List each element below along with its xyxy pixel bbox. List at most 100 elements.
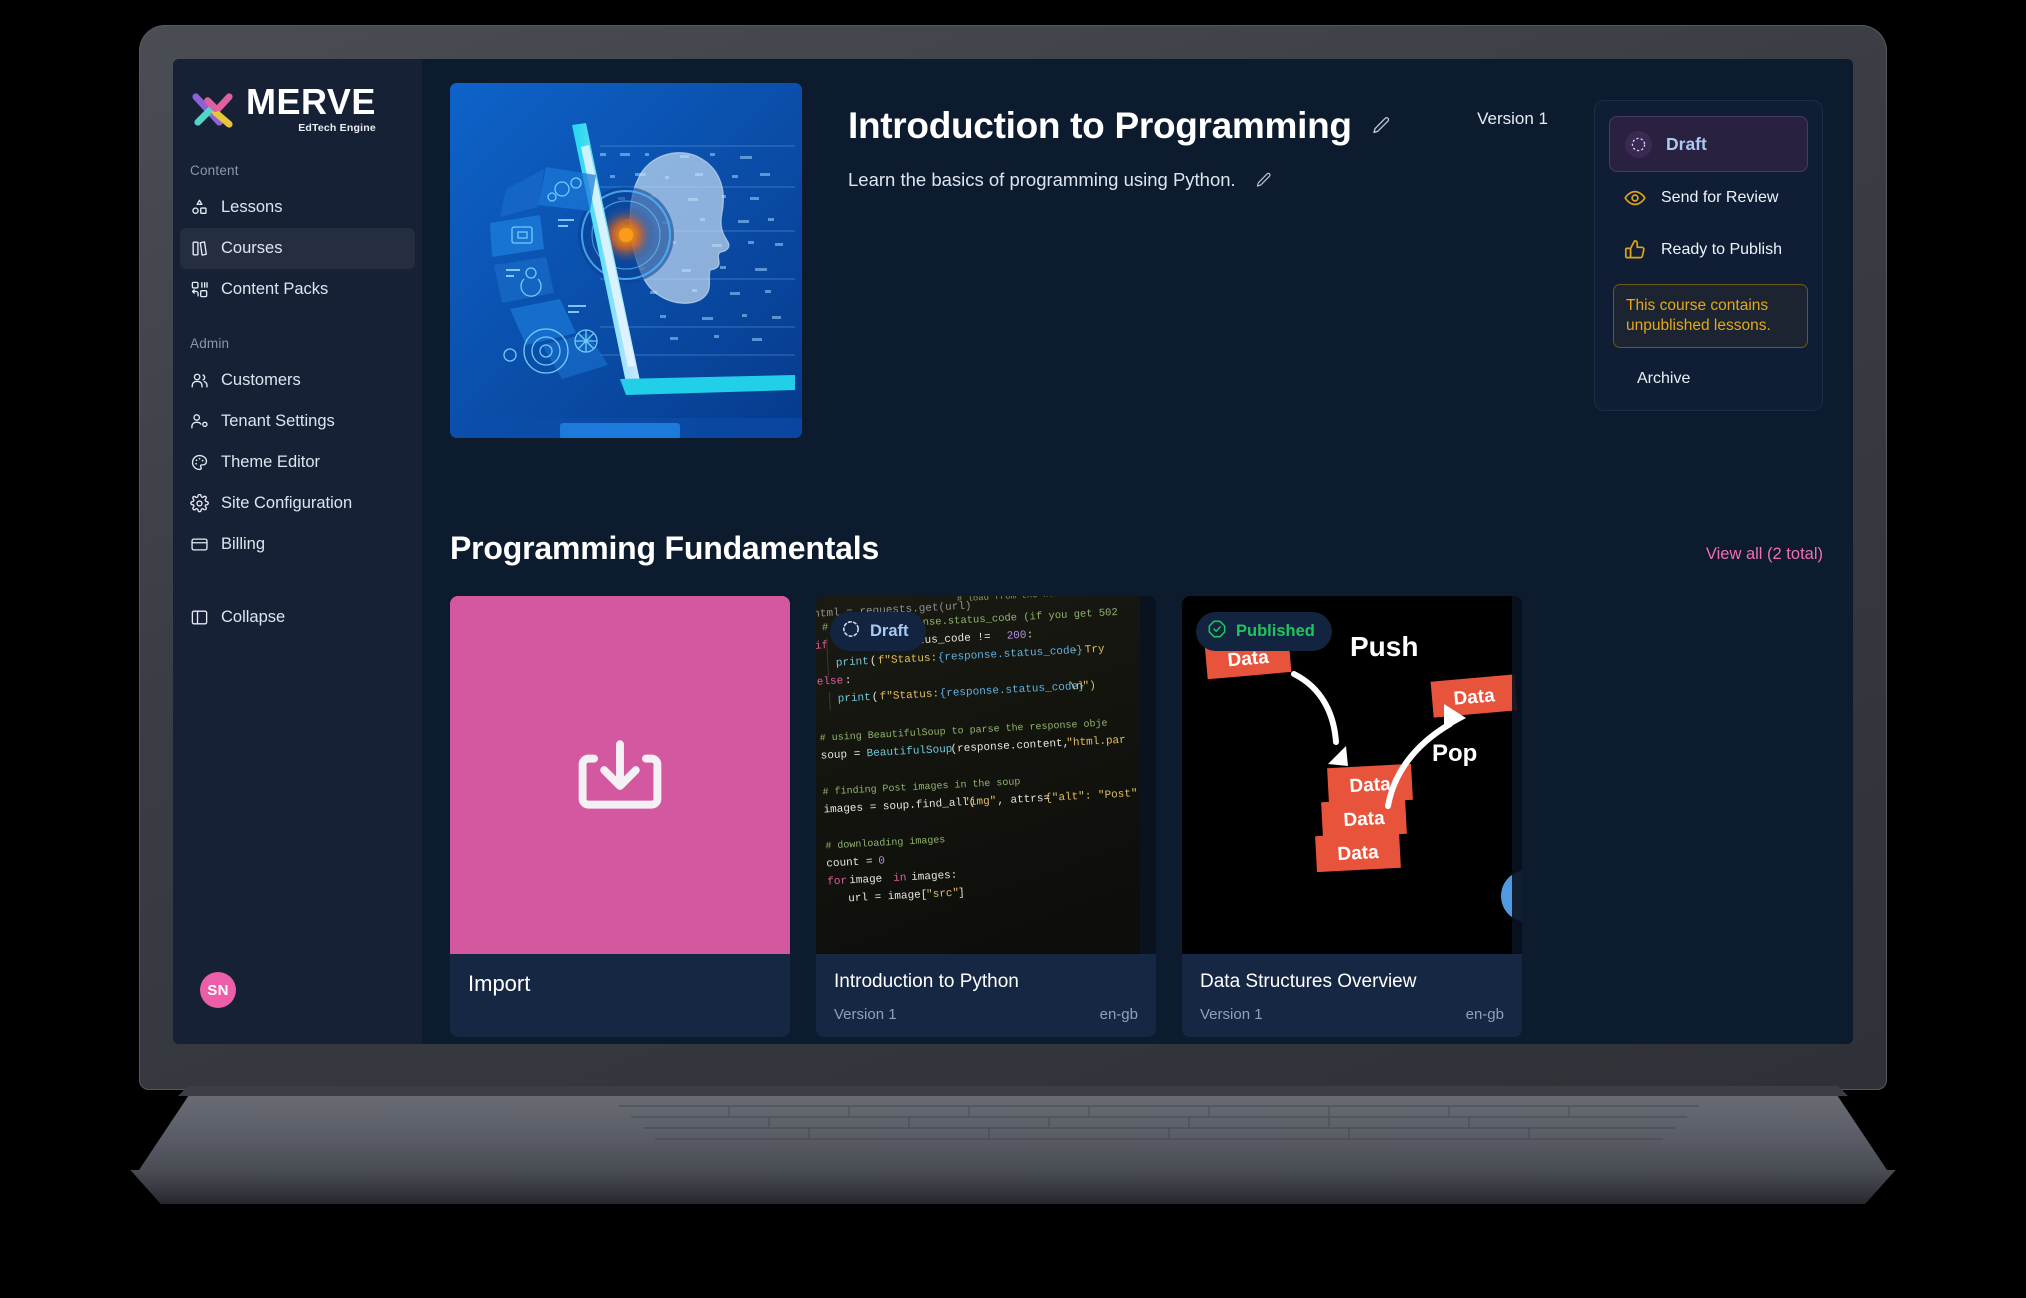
sidebar-item-label: Customers (221, 371, 301, 389)
sidebar-item-content-packs[interactable]: Content Packs (180, 269, 415, 310)
svg-text:200: 200 (1006, 630, 1026, 643)
svg-text:0: 0 (878, 855, 885, 867)
send-for-review-button[interactable]: Send for Review (1609, 172, 1808, 224)
sidebar-item-customers[interactable]: Customers (180, 360, 415, 401)
lesson-card-media: html = requests.get(url) # load from the… (816, 596, 1156, 954)
avatar-initials: SN (207, 981, 229, 999)
import-card-body: Import (450, 954, 790, 1011)
dashed-circle-icon (841, 619, 861, 644)
svg-text:\n"): \n") (1069, 680, 1096, 693)
sidebar-item-label: Tenant Settings (221, 412, 335, 430)
sidebar-item-site-configuration[interactable]: Site Configuration (180, 483, 415, 524)
status-badge-label: Published (1236, 622, 1315, 640)
card-locale: en-gb (1465, 1006, 1504, 1023)
svg-text:(: ( (871, 692, 878, 704)
nav-group-label-content: Content (190, 163, 239, 178)
svg-text:else: else (817, 675, 844, 688)
status-badge-label: Draft (1666, 133, 1707, 154)
card-locale: en-gb (1099, 1006, 1138, 1023)
ready-to-publish-button[interactable]: Ready to Publish (1609, 224, 1808, 276)
card-title: Introduction to Python (834, 971, 1019, 992)
card-title: Import (468, 971, 531, 996)
brand-name: MERVE (246, 81, 376, 123)
nav-group-label-admin: Admin (190, 336, 230, 351)
dashed-circle-icon (1625, 130, 1652, 158)
laptop-lid: MERVE EdTech Engine Content Lessons Cour… (139, 25, 1887, 1090)
edit-description-pencil-icon[interactable] (1254, 171, 1273, 190)
sidebar-collapse-label: Collapse (221, 608, 286, 626)
customers-icon (190, 371, 209, 390)
status-badge-label: Draft (870, 622, 909, 640)
svg-text:(: ( (870, 656, 877, 668)
archive-label: Archive (1637, 369, 1691, 387)
send-for-review-label: Send for Review (1661, 189, 1779, 206)
sidebar: MERVE EdTech Engine Content Lessons Cour… (173, 59, 422, 1044)
svg-text:Data: Data (1453, 685, 1496, 710)
lessons-icon (190, 198, 209, 217)
status-badge[interactable]: Draft (1609, 116, 1808, 172)
svg-text:in: in (893, 872, 907, 885)
card-version: Version 1 (1200, 1006, 1263, 1023)
svg-text:Data: Data (1343, 808, 1386, 831)
avatar[interactable]: SN (200, 972, 236, 1008)
lessons-section-header: Programming Fundamentals View all (2 tot… (422, 530, 1853, 567)
svg-text:image: image (849, 874, 883, 888)
theme-editor-icon (190, 453, 209, 472)
lesson-card-data-structures-overview[interactable]: Push Pop Data Data Data Data Data Publis… (1182, 596, 1522, 1037)
section-title: Programming Fundamentals (450, 530, 880, 566)
thumbs-up-icon (1623, 238, 1647, 262)
ready-to-publish-label: Ready to Publish (1661, 241, 1782, 258)
screenshot-stage: MERVE EdTech Engine Content Lessons Cour… (0, 0, 2026, 1298)
sidebar-item-label: Courses (221, 239, 283, 257)
status-badge: Draft (830, 612, 926, 651)
brand-tagline: EdTech Engine (298, 122, 376, 135)
sidebar-item-label: Billing (221, 535, 266, 553)
sidebar-collapse-button[interactable]: Collapse (180, 597, 415, 638)
sidebar-item-billing[interactable]: Billing (180, 524, 415, 565)
sidebar-item-tenant-settings[interactable]: Tenant Settings (180, 401, 415, 442)
page-title: Introduction to Programming (848, 105, 1352, 146)
sidebar-item-label: Theme Editor (221, 453, 321, 471)
site-configuration-icon (190, 494, 209, 513)
laptop-trackpad (1949, 1124, 2026, 1164)
svg-text:count =: count = (826, 856, 873, 870)
sidebar-item-label: Content Packs (221, 280, 329, 298)
view-all-link[interactable]: View all (2 total) (1706, 545, 1823, 564)
sidebar-item-label: Lessons (221, 198, 283, 216)
content-packs-icon (190, 280, 209, 299)
import-card-media (450, 596, 790, 954)
svg-text:Pop: Pop (1432, 740, 1477, 767)
status-panel: Draft Send for Review Ready to Publish T… (1594, 100, 1823, 411)
course-thumbnail[interactable] (450, 83, 802, 438)
download-tray-icon (574, 727, 666, 824)
merve-x-logo-icon (190, 87, 237, 132)
course-description: Learn the basics of programming using Py… (848, 169, 1236, 190)
status-badge: Published (1196, 612, 1332, 651)
svg-text:for: for (827, 875, 847, 888)
card-title: Data Structures Overview (1200, 971, 1417, 992)
card-version: Version 1 (834, 1006, 897, 1023)
svg-text:soup =: soup = (820, 749, 860, 763)
svg-text::: : (1026, 629, 1033, 641)
svg-text:Push: Push (1350, 631, 1418, 662)
course-header: Introduction to Programming Learn the ba… (422, 59, 1853, 438)
card-meta: Version 1 en-gb (834, 1006, 1138, 1023)
laptop-keyboard-deck (139, 1086, 1887, 1170)
lesson-card-introduction-to-python[interactable]: html = requests.get(url) # load from the… (816, 596, 1156, 1037)
brand-logo[interactable]: MERVE EdTech Engine (173, 81, 422, 137)
sidebar-item-theme-editor[interactable]: Theme Editor (180, 442, 415, 483)
svg-text:Data: Data (1337, 842, 1380, 865)
svg-text:"src": "src" (926, 888, 960, 902)
import-card[interactable]: Import (450, 596, 790, 1037)
lesson-card-body: Introduction to Python Version 1 en-gb (816, 954, 1156, 1037)
svg-text:]: ] (958, 887, 965, 899)
svg-text:Data: Data (1349, 774, 1392, 797)
sidebar-item-courses[interactable]: Courses (180, 228, 415, 269)
unpublished-lessons-warning: This course contains unpublished lessons… (1613, 284, 1808, 348)
main-content: Introduction to Programming Learn the ba… (422, 59, 1853, 1044)
eye-icon (1623, 186, 1647, 210)
edit-title-pencil-icon[interactable] (1370, 115, 1392, 137)
svg-text:print: print (837, 692, 871, 706)
archive-button[interactable]: Archive (1609, 354, 1808, 404)
sidebar-item-lessons[interactable]: Lessons (180, 187, 415, 228)
